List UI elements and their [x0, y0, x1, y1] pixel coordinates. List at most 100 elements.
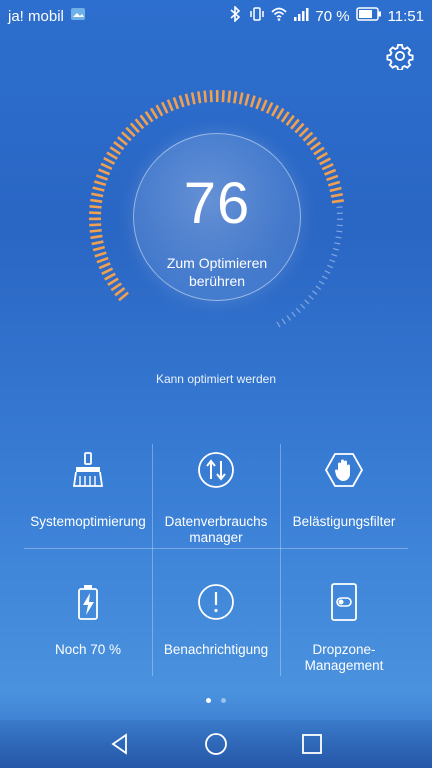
tile-label: Datenverbrauchs manager: [164, 514, 268, 545]
gauge-tick-active: [166, 99, 174, 112]
gauge-tick-active: [109, 146, 122, 155]
clock: 11:51: [387, 7, 424, 25]
optimize-button[interactable]: 76 Zum Optimieren berühren: [133, 133, 301, 301]
tile-dropzone-management[interactable]: Dropzone-Management: [280, 582, 408, 674]
gauge-tick-active: [178, 95, 185, 108]
optimize-hint: Zum Optimieren berühren: [166, 255, 268, 289]
hand-block-icon: [324, 453, 364, 487]
gauge-tick-active: [98, 262, 111, 270]
vibrate-icon: [249, 6, 265, 26]
gauge-tick-active: [91, 192, 104, 198]
gauge-tick-active: [100, 162, 113, 171]
gauge-tick-inactive: [329, 259, 336, 263]
gauge-tick-inactive: [336, 206, 343, 209]
gauge-tick-active: [95, 174, 109, 181]
gauge-tick-active: [265, 101, 274, 114]
gauge-tick-inactive: [324, 270, 331, 274]
settings-gear-icon[interactable]: [386, 42, 414, 72]
gauge-tick-active: [161, 101, 169, 114]
back-button[interactable]: [108, 732, 132, 756]
gauge-tick-inactive: [276, 321, 281, 328]
gauge-tick-active: [90, 198, 103, 203]
optimization-status: Kann optimiert werden: [155, 372, 277, 386]
tile-battery[interactable]: Noch 70 %: [24, 582, 152, 658]
gauge-tick-inactive: [291, 311, 296, 318]
tile-label: Systemoptimierung: [30, 514, 146, 529]
home-button[interactable]: [204, 732, 228, 756]
gauge-tick-active: [94, 251, 107, 258]
tile-label: Noch 70 %: [54, 642, 122, 657]
gauge-tick-inactive: [304, 299, 310, 305]
gauge-tick-inactive: [321, 275, 328, 280]
gauge-tick-active: [227, 90, 232, 103]
gauge-tick-active: [260, 99, 268, 112]
signal-icon: [293, 6, 309, 26]
gauge-tick-inactive: [327, 264, 334, 269]
battery-percent: 70 %: [315, 7, 350, 25]
page-dot-active: [205, 698, 211, 703]
gauge-tick-active: [118, 291, 129, 302]
gauge-tick-active: [103, 156, 116, 165]
gauge-tick-active: [89, 204, 102, 209]
gauge-tick-active: [134, 118, 145, 130]
back-triangle-icon: [111, 733, 127, 755]
gauge-tick-inactive: [336, 230, 343, 233]
page-indicator: [0, 690, 432, 708]
tile-label: Belästigungsfilter: [292, 514, 396, 529]
gauge-tick-active: [149, 107, 159, 120]
gauge-tick-active: [91, 240, 104, 246]
gauge-tick-active: [172, 97, 180, 110]
gauge-tick-active: [326, 174, 339, 182]
recents-button[interactable]: [300, 732, 324, 756]
gauge-tick-active: [197, 91, 202, 104]
divider: [24, 548, 408, 549]
gauge-tick-inactive: [334, 242, 341, 245]
gauge-tick-active: [324, 168, 337, 176]
dropzone-icon: [331, 583, 357, 621]
gauge-tick-active: [316, 151, 328, 161]
gauge-tick-active: [221, 90, 225, 103]
navigation-bar: [0, 720, 432, 768]
gauge-tick-inactive: [286, 315, 291, 321]
broom-icon: [72, 452, 104, 487]
gauge-tick-active: [107, 277, 119, 287]
gauge-tick-active: [244, 93, 250, 106]
gauge-tick-active: [89, 211, 102, 215]
gauge-tick-inactive: [308, 294, 314, 300]
gauge-tick-active: [313, 146, 325, 156]
gauge-tick-active: [321, 163, 334, 171]
tile-systemoptimierung[interactable]: Systemoptimierung: [24, 450, 152, 530]
gauge-tick-inactive: [311, 290, 318, 295]
tile-benachrichtigung[interactable]: Benachrichtigung: [152, 582, 280, 658]
gauge-tick-active: [249, 95, 256, 108]
gauge-tick-active: [101, 267, 114, 275]
status-bar: ja! mobil 70 % 11:51: [0, 0, 432, 30]
gauge-tick-active: [280, 111, 290, 123]
tile-belaestigungsfilter[interactable]: Belästigungsfilter: [280, 450, 408, 530]
gauge-tick-inactive: [295, 307, 301, 314]
gauge-tick-active: [209, 90, 213, 103]
tile-datenverbrauchsmanager[interactable]: Datenverbrauchs manager: [152, 450, 280, 546]
recents-square-icon: [302, 734, 322, 754]
gauge-tick-active: [255, 97, 262, 110]
gauge-tick-active: [327, 180, 341, 187]
gauge-tick-active: [309, 141, 322, 151]
gauge-tick-active: [155, 104, 164, 117]
tile-label: Benachrichtigung: [163, 642, 269, 657]
gauge-tick-active: [139, 114, 149, 126]
gauge-tick-active: [238, 92, 244, 105]
wifi-icon: [271, 6, 287, 26]
gauge-tick-active: [90, 234, 103, 240]
gauge-tick-active: [270, 104, 279, 117]
gauge-tick-active: [330, 192, 344, 198]
gauge-tick-active: [104, 272, 116, 281]
tools-grid: Systemoptimierung Datenverbrauchs manage…: [24, 444, 408, 684]
gauge-tick-active: [306, 136, 318, 147]
gauge-tick-inactive: [331, 253, 338, 257]
gauge-tick-inactive: [315, 285, 322, 290]
gauge-tick-active: [92, 245, 106, 252]
gauge-tick-active: [331, 199, 344, 204]
gauge-tick-active: [203, 90, 208, 103]
gauge-tick-active: [233, 91, 238, 104]
gallery-notification-icon: [70, 6, 86, 26]
